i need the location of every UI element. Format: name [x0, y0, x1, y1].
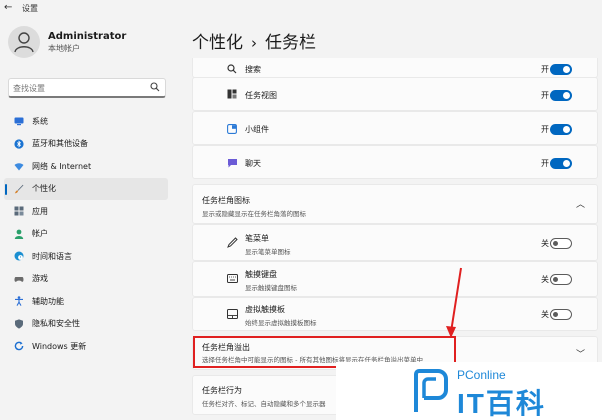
toggle-state: 开 — [541, 65, 549, 74]
toggle-state: 关 — [541, 275, 549, 284]
chat-icon — [228, 159, 237, 168]
gamepad-icon — [14, 276, 24, 282]
title-bar: ← 设置 — [0, 0, 602, 16]
bluetooth-icon — [14, 139, 24, 149]
breadcrumb-parent[interactable]: 个性化 — [192, 33, 243, 53]
update-icon — [14, 341, 24, 351]
sidebar-item-gaming[interactable]: 游戏 — [4, 268, 168, 291]
task-view-icon — [227, 89, 237, 99]
search-input[interactable] — [13, 80, 141, 96]
taskbar-item-label: 小组件 — [245, 125, 269, 134]
search-box[interactable] — [8, 78, 166, 98]
sidebar-item-accounts[interactable]: 帐户 — [4, 223, 168, 246]
sidebar-item-label: 隐私和安全性 — [32, 319, 80, 329]
toggle-state: 开 — [541, 125, 549, 134]
taskbar-item-widgets[interactable]: 小组件 开 — [192, 111, 598, 145]
avatar — [8, 26, 40, 58]
taskbar-item-task-view[interactable]: 任务视图 开 — [192, 77, 598, 111]
sidebar-item-bluetooth[interactable]: 蓝牙和其他设备 — [4, 133, 168, 156]
chevron-up-icon[interactable]: ︿ — [576, 197, 585, 210]
corner-icon-description: 显示触摸键盘图标 — [245, 284, 297, 292]
corner-icon-description: 始终显示虚拟触摸板图标 — [245, 319, 317, 327]
search-icon — [227, 64, 237, 74]
accessibility-icon — [15, 296, 23, 307]
pen-menu-toggle[interactable] — [550, 238, 572, 249]
sidebar-item-label: 游戏 — [32, 274, 48, 284]
sidebar-item-label: Windows 更新 — [32, 341, 87, 351]
watermark-cjk-text: IT百科 — [457, 388, 546, 419]
sidebar-item-label: 辅助功能 — [32, 296, 64, 306]
taskbar-item-label: 聊天 — [245, 159, 261, 168]
chevron-down-icon[interactable]: ﹀ — [576, 347, 585, 360]
brush-icon — [14, 184, 24, 194]
sidebar-item-time-language[interactable]: 时间和语言 — [4, 245, 168, 268]
sidebar-item-label: 时间和语言 — [32, 251, 72, 261]
system-icon — [14, 117, 24, 126]
sidebar-item-label: 蓝牙和其他设备 — [32, 139, 88, 149]
taskbar-item-chat[interactable]: 聊天 开 — [192, 145, 598, 179]
sidebar: Administrator 本地帐户 系统 蓝牙和其他设备 网络 & Inter… — [0, 16, 178, 420]
corner-icon-label: 触摸键盘 — [245, 270, 277, 279]
search-icon[interactable] — [150, 82, 160, 92]
breadcrumb-separator: › — [251, 34, 257, 52]
section-title: 任务栏行为 — [202, 386, 242, 395]
sidebar-nav: 系统 蓝牙和其他设备 网络 & Internet 个性化 应用 帐户 时间和语言 — [4, 110, 168, 358]
widgets-toggle[interactable] — [550, 124, 572, 135]
section-description: 任务栏对齐、标记、自动隐藏和多个显示器 — [202, 400, 326, 408]
account-icon — [14, 229, 24, 239]
person-icon — [14, 32, 34, 53]
sidebar-item-label: 应用 — [32, 206, 48, 216]
corner-icons-header[interactable]: 任务栏角图标 显示或隐藏显示在任务栏角落的图标 ︿ — [192, 184, 598, 224]
apps-icon — [14, 206, 24, 216]
corner-icon-touch-keyboard[interactable]: 触摸键盘 显示触摸键盘图标 关 — [192, 261, 598, 297]
user-profile[interactable]: Administrator 本地帐户 — [8, 26, 126, 58]
sidebar-item-privacy[interactable]: 隐私和安全性 — [4, 313, 168, 336]
sidebar-item-personalization[interactable]: 个性化 — [4, 177, 168, 200]
network-icon — [14, 163, 24, 171]
taskbar-item-search[interactable]: 搜索 开 — [192, 58, 598, 78]
keyboard-icon — [227, 274, 238, 283]
corner-icon-pen-menu[interactable]: 笔菜单 显示笔菜单图标 关 — [192, 224, 598, 261]
watermark: PConline IT百科 — [336, 362, 602, 420]
corner-icon-description: 显示笔菜单图标 — [245, 248, 291, 256]
breadcrumb: 个性化 › 任务栏 — [192, 28, 316, 53]
window-title: 设置 — [22, 4, 38, 13]
sidebar-item-apps[interactable]: 应用 — [4, 200, 168, 223]
corner-icon-label: 笔菜单 — [245, 234, 269, 243]
back-arrow-icon[interactable]: ← — [4, 2, 12, 13]
sidebar-item-accessibility[interactable]: 辅助功能 — [4, 290, 168, 313]
sidebar-item-system[interactable]: 系统 — [4, 110, 168, 133]
toggle-state: 开 — [541, 159, 549, 168]
search-toggle[interactable] — [550, 64, 572, 75]
corner-icon-label: 虚拟触摸板 — [245, 305, 285, 314]
toggle-state: 关 — [541, 310, 549, 319]
virtual-touchpad-toggle[interactable] — [550, 309, 572, 320]
sidebar-item-windows-update[interactable]: Windows 更新 — [4, 335, 168, 358]
globe-clock-icon — [14, 251, 24, 261]
touchpad-icon — [227, 309, 238, 319]
chat-toggle[interactable] — [550, 158, 572, 169]
corner-icon-virtual-touchpad[interactable]: 虚拟触摸板 始终显示虚拟触摸板图标 关 — [192, 297, 598, 331]
sidebar-item-network[interactable]: 网络 & Internet — [4, 155, 168, 178]
touch-keyboard-toggle[interactable] — [550, 274, 572, 285]
taskbar-item-label: 搜索 — [245, 65, 261, 74]
section-title: 任务栏角图标 — [202, 196, 250, 205]
profile-subtitle: 本地帐户 — [48, 43, 80, 53]
pen-icon — [227, 237, 238, 248]
sidebar-item-label: 网络 & Internet — [32, 161, 92, 171]
pconline-logo-icon — [414, 369, 448, 412]
sidebar-item-label: 系统 — [32, 116, 48, 126]
taskbar-item-label: 任务视图 — [245, 91, 277, 100]
toggle-state: 开 — [541, 91, 549, 100]
watermark-latin-text: PConline — [457, 368, 506, 382]
toggle-state: 关 — [541, 239, 549, 248]
sidebar-item-label: 帐户 — [32, 229, 48, 239]
page-title: 任务栏 — [265, 33, 316, 53]
widgets-icon — [227, 124, 237, 134]
shield-icon — [15, 319, 23, 329]
section-description: 显示或隐藏显示在任务栏角落的图标 — [202, 210, 306, 218]
sidebar-item-label: 个性化 — [32, 184, 56, 194]
task-view-toggle[interactable] — [550, 90, 572, 101]
profile-name: Administrator — [48, 30, 127, 42]
